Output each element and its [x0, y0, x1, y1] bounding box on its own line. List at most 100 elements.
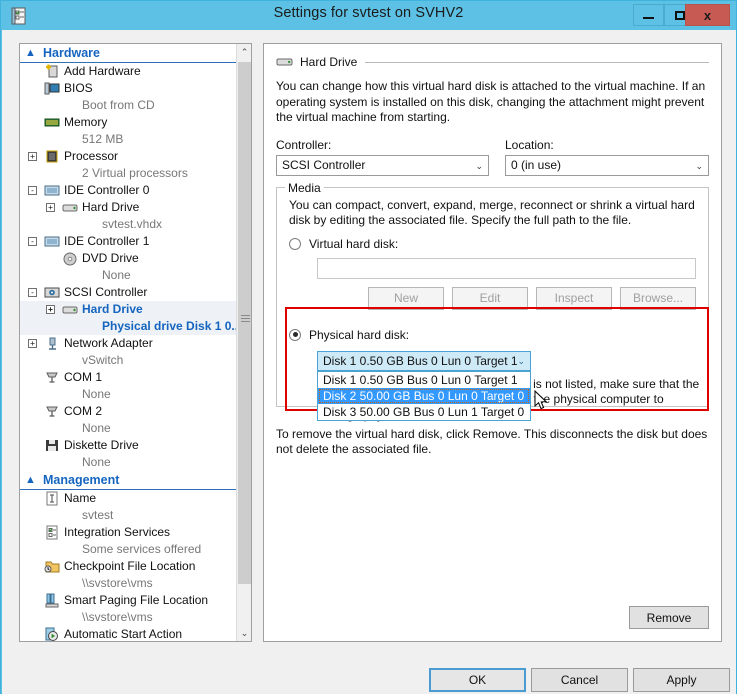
tree-scrollbar[interactable]: ⌃ ⌄: [236, 44, 251, 641]
virtual-hard-disk-radio[interactable]: [289, 237, 301, 250]
physical-hard-disk-label: Physical hard disk:: [309, 327, 410, 342]
processor-icon: [44, 149, 60, 164]
remove-button[interactable]: Remove: [629, 606, 709, 629]
tree-item-bios[interactable]: BIOS Boot from CD: [20, 80, 251, 114]
checkpoint-folder-icon: [44, 559, 60, 574]
tree-item-add-hardware[interactable]: Add Hardware: [20, 63, 251, 80]
controller-select[interactable]: SCSI Controller ⌄: [276, 154, 489, 176]
physical-hard-disk-select[interactable]: Disk 1 0.50 GB Bus 0 Lun 0 Target 1 ⌄: [317, 350, 531, 371]
browse-button[interactable]: Browse...: [620, 286, 696, 310]
title-bar: Settings for svtest on SVHV2 x: [1, 1, 736, 30]
expand-icon[interactable]: +: [28, 339, 37, 348]
inspect-button[interactable]: Inspect: [536, 286, 612, 310]
tree-item-integration-services[interactable]: Integration Services Some services offer…: [20, 524, 251, 558]
scrollbar-grip-icon: [241, 315, 250, 322]
network-icon: [44, 336, 60, 351]
tree-item-sublabel: None: [82, 455, 111, 469]
tree-item-memory[interactable]: Memory 512 MB: [20, 114, 251, 148]
chevron-up-icon: ▲: [25, 474, 36, 486]
edit-button[interactable]: Edit: [452, 286, 528, 310]
tree-item-label: COM 2: [64, 404, 103, 418]
tree-item-label: Hard Drive: [82, 302, 143, 316]
mouse-cursor-icon: [534, 389, 548, 411]
location-select[interactable]: 0 (in use) ⌄: [505, 154, 709, 176]
minimize-icon: [643, 17, 654, 19]
tree-item-label: Smart Paging File Location: [64, 593, 209, 607]
tree-item-ide-controller-1[interactable]: - IDE Controller 1: [20, 233, 251, 250]
scrollbar-thumb[interactable]: [238, 62, 251, 584]
tree-item-label: IDE Controller 0: [64, 183, 150, 197]
tree-item-label: COM 1: [64, 370, 103, 384]
tree-item-checkpoint-file-location[interactable]: Checkpoint File Location \\svstore\vms: [20, 558, 251, 592]
tree-item-hard-drive-scsi-selected[interactable]: + Hard Drive Physical drive Disk 1 0....: [20, 301, 251, 335]
cancel-button[interactable]: Cancel: [531, 668, 628, 692]
tree-item-com-2[interactable]: COM 2 None: [20, 403, 251, 437]
expand-icon[interactable]: +: [28, 152, 37, 161]
collapse-icon[interactable]: -: [28, 186, 37, 195]
tree-item-scsi-controller[interactable]: - SCSI Controller: [20, 284, 251, 301]
com-port-icon: [44, 370, 60, 385]
apply-button[interactable]: Apply: [633, 668, 730, 692]
group-title-label: Hard Drive: [300, 55, 358, 69]
tree-item-dvd-drive[interactable]: DVD Drive None: [20, 250, 251, 284]
location-field: Location: 0 (in use) ⌄: [505, 138, 709, 176]
smart-paging-icon: [44, 593, 60, 608]
dropdown-option-disk-1[interactable]: Disk 1 0.50 GB Bus 0 Lun 0 Target 1: [318, 372, 530, 388]
physical-hard-disk-radio-row[interactable]: Physical hard disk:: [289, 328, 696, 342]
minimize-button[interactable]: [633, 4, 664, 26]
harddrive-icon: [276, 56, 293, 68]
section-header-hardware[interactable]: ▲ Hardware: [20, 44, 237, 63]
hardware-tree[interactable]: ▲ Hardware Add Hardware BIOS Boot from C…: [19, 43, 252, 642]
tree-item-sublabel: \\svstore\vms: [82, 576, 153, 590]
tree-item-network-adapter[interactable]: + Network Adapter vSwitch: [20, 335, 251, 369]
tree-item-label: Name: [64, 491, 97, 505]
tree-item-sublabel: None: [82, 421, 111, 435]
expand-icon[interactable]: +: [46, 305, 55, 314]
memory-icon: [44, 115, 60, 130]
physical-hard-disk-dropdown-list[interactable]: Disk 1 0.50 GB Bus 0 Lun 0 Target 1 Disk…: [317, 370, 531, 421]
scroll-up-button[interactable]: ⌃: [237, 44, 251, 60]
section-label: Management: [43, 473, 120, 487]
tree-item-hard-drive-ide[interactable]: + Hard Drive svtest.vhdx: [20, 199, 251, 233]
remove-description: To remove the virtual hard disk, click R…: [276, 426, 708, 457]
tree-item-sublabel: 2 Virtual processors: [82, 166, 188, 180]
ok-button[interactable]: OK: [429, 668, 526, 692]
tree-item-diskette-drive[interactable]: Diskette Drive None: [20, 437, 251, 471]
virtual-hard-disk-radio-row[interactable]: Virtual hard disk:: [289, 237, 696, 251]
integration-services-icon: [44, 525, 60, 540]
physical-hard-disk-selected-value: Disk 1 0.50 GB Bus 0 Lun 0 Target 1: [323, 353, 518, 368]
virtual-hard-disk-path-input[interactable]: [317, 257, 696, 279]
section-header-management[interactable]: ▲ Management: [20, 471, 237, 490]
tree-item-processor[interactable]: + Processor 2 Virtual processors: [20, 148, 251, 182]
scroll-down-button[interactable]: ⌄: [237, 625, 251, 641]
divider: [365, 61, 709, 63]
dropdown-option-disk-3[interactable]: Disk 3 50.00 GB Bus 0 Lun 1 Target 0: [318, 404, 530, 420]
dropdown-option-disk-2[interactable]: Disk 2 50.00 GB Bus 0 Lun 0 Target 0: [318, 387, 530, 404]
controller-icon: [44, 234, 60, 249]
dialog-client-area: ▲ Hardware Add Hardware BIOS Boot from C…: [2, 30, 736, 664]
location-label: Location:: [505, 137, 554, 152]
automatic-start-icon: [44, 627, 60, 641]
hard-drive-settings-panel: Hard Drive You can change how this virtu…: [263, 43, 722, 642]
tree-item-sublabel: None: [82, 387, 111, 401]
tree-item-sublabel: svtest.vhdx: [102, 217, 163, 231]
expand-icon[interactable]: +: [46, 203, 55, 212]
settings-window: Settings for svtest on SVHV2 x ▲ Hardwar…: [0, 0, 737, 694]
close-button[interactable]: x: [685, 4, 730, 26]
tree-item-com-1[interactable]: COM 1 None: [20, 369, 251, 403]
section-label: Hardware: [43, 46, 100, 60]
tree-item-label: Checkpoint File Location: [64, 559, 196, 573]
collapse-icon[interactable]: -: [28, 237, 37, 246]
tree-item-ide-controller-0[interactable]: - IDE Controller 0: [20, 182, 251, 199]
tree-item-automatic-start-action[interactable]: Automatic Start Action N: [20, 626, 251, 641]
new-button[interactable]: New: [368, 286, 444, 310]
collapse-icon[interactable]: -: [28, 288, 37, 297]
tree-item-sublabel: None: [102, 268, 131, 282]
tree-item-sublabel: Boot from CD: [82, 98, 155, 112]
physical-hard-disk-radio[interactable]: [289, 328, 301, 341]
tree-item-smart-paging-file-location[interactable]: Smart Paging File Location \\svstore\vms: [20, 592, 251, 626]
tree-item-label: Processor: [64, 149, 119, 163]
tree-item-sublabel: svtest: [82, 508, 114, 522]
tree-item-name[interactable]: Name svtest: [20, 490, 251, 524]
media-legend: Media: [285, 180, 324, 195]
